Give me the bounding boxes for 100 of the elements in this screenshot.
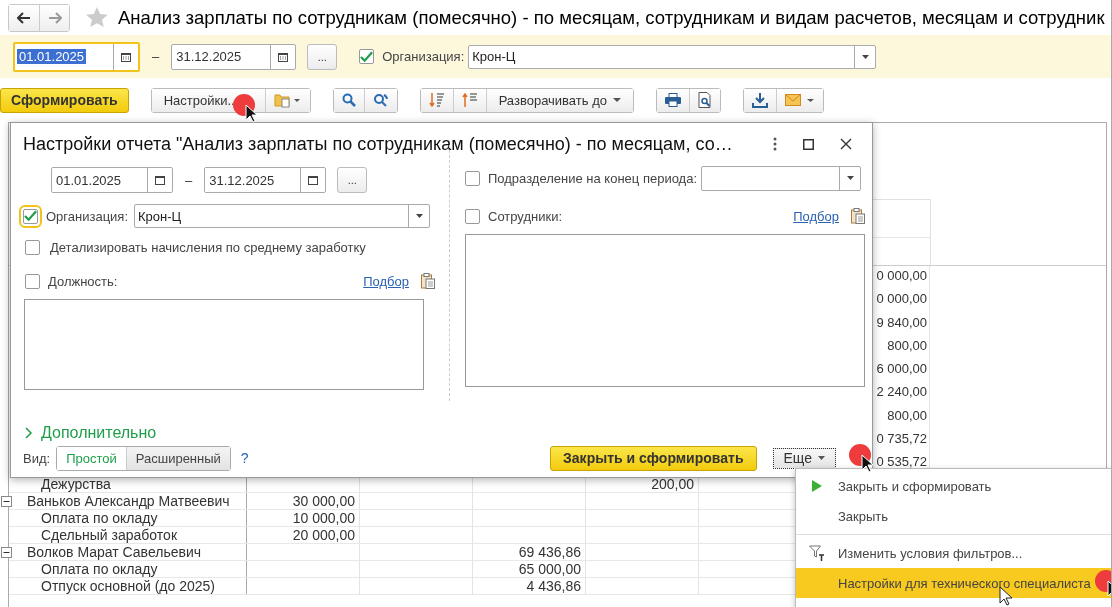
dropdown-icon[interactable]: [415, 214, 423, 218]
table-cell-text: 800,00: [887, 406, 928, 425]
range-separator: –: [152, 49, 160, 64]
more-options-icon[interactable]: [773, 137, 777, 151]
back-button[interactable]: [9, 4, 39, 31]
printer-icon: [664, 93, 681, 107]
preview-button[interactable]: [688, 88, 720, 112]
table-cell-text: 6 000,00: [876, 360, 928, 379]
date-field[interactable]: 31.12.2025: [204, 167, 327, 193]
menu-item[interactable]: Изменить условия фильтров...: [796, 538, 1111, 568]
caret-icon: [818, 456, 825, 460]
menu-item[interactable]: Настройки для технического специалиста: [796, 568, 1111, 598]
calendar-icon[interactable]: [121, 51, 131, 62]
window-title: Анализ зарплаты по сотрудникам (помесячно) - по месяцам, сотрудникам и видам расчетов, месяцам и сотрудник: [118, 6, 1105, 29]
folder-icon: [273, 92, 302, 108]
envelope-icon: [784, 94, 815, 106]
field-label: Подразделение на конец периода:: [488, 170, 698, 186]
clipboard-icon[interactable]: [851, 208, 865, 224]
checkbox-label: Детализировать начисления по среднему заработку: [50, 239, 366, 255]
sort-descending-icon: [428, 92, 445, 108]
forward-arrow-icon: [47, 11, 62, 24]
table-cell: Волков Марат Савельевич: [27, 544, 201, 560]
table-cell: Ваньков Александр Матвеевич: [27, 493, 230, 509]
view-mode-tab[interactable]: Расширенный: [125, 446, 230, 470]
table-cell-text: 0 535,72: [876, 453, 928, 472]
expand-to-button[interactable]: Разворачивать до: [485, 88, 633, 112]
sort-descending-button[interactable]: [420, 88, 453, 112]
calendar-icon[interactable]: [308, 175, 319, 185]
pick-link[interactable]: Подбор: [793, 208, 839, 224]
close-icon[interactable]: [840, 138, 852, 150]
date-field[interactable]: 01.01.2025: [51, 167, 173, 193]
checkbox[interactable]: [465, 170, 480, 186]
field-label: Сотрудники:: [488, 208, 563, 224]
document-search-icon: [697, 92, 712, 108]
more-button[interactable]: Еще: [772, 447, 836, 469]
search-icon: [341, 93, 356, 107]
generate-button[interactable]: Сформировать: [0, 87, 129, 113]
menu-item[interactable]: Закрыть и сформировать: [796, 471, 1111, 501]
star-icon[interactable]: [86, 7, 108, 28]
table-cell: Отпуск основной (до 2025): [41, 578, 216, 594]
date-field[interactable]: 31.12.2025: [171, 43, 297, 70]
play-icon: [812, 480, 822, 492]
maximize-icon[interactable]: [803, 138, 814, 150]
organization-select[interactable]: Крон-Ц: [468, 44, 877, 69]
sort-ascending-icon: [461, 92, 478, 108]
checkbox[interactable]: [25, 239, 40, 255]
table-cell: Дежурства: [41, 476, 111, 492]
range-separator: –: [185, 172, 193, 188]
search-button[interactable]: [333, 88, 364, 112]
collapse-icon[interactable]: [1, 495, 12, 507]
table-cell: Оплата по окладу: [41, 510, 158, 526]
table-cell: Сдельный заработок: [41, 527, 177, 543]
calendar-icon[interactable]: [155, 175, 165, 185]
table-cell-text: 0 735,72: [876, 430, 928, 449]
search-refresh-icon: [372, 93, 389, 107]
table-cell-text: 9 840,00: [876, 313, 928, 332]
sort-ascending-button[interactable]: [452, 88, 486, 112]
dialog-title: Настройки отчета "Анализ зарплаты по сотрудникам (помесячно) - по месяцам, со…: [23, 133, 734, 155]
checkbox[interactable]: [465, 208, 480, 224]
period-button[interactable]: ...: [337, 167, 368, 193]
collapse-icon[interactable]: [1, 546, 12, 558]
view-label: Вид:: [23, 450, 51, 466]
checkbox[interactable]: [25, 273, 40, 289]
dropdown-icon[interactable]: [846, 176, 854, 180]
close-and-generate-button[interactable]: Закрыть и сформировать: [550, 445, 757, 471]
checkbox[interactable]: [359, 49, 375, 64]
date-field[interactable]: 01.01.2025: [13, 41, 140, 72]
back-arrow-icon: [17, 11, 31, 24]
table-cell-text: 800,00: [887, 336, 928, 355]
organization-select[interactable]: Крон-Ц: [134, 204, 431, 228]
period-button[interactable]: ...: [307, 43, 338, 70]
table-cell: 30 000,00: [292, 493, 355, 509]
download-button[interactable]: [743, 88, 776, 112]
mail-dropdown-button[interactable]: [775, 88, 823, 112]
table-cell-text: 2 240,00: [876, 383, 928, 402]
pick-link[interactable]: Подбор: [363, 273, 409, 289]
download-icon: [751, 92, 768, 108]
field-label: Должность:: [48, 273, 118, 289]
filter-icon: [809, 545, 825, 561]
caret-icon: [612, 98, 621, 102]
table-cell-text: 0 000,00: [876, 267, 928, 285]
table-cell-text: 0 000,00: [876, 290, 928, 309]
print-button[interactable]: [656, 88, 689, 112]
chevron-right-icon: [25, 427, 33, 439]
clipboard-icon[interactable]: [421, 273, 435, 289]
search-refresh-button[interactable]: [363, 88, 397, 112]
help-link[interactable]: ?: [240, 450, 249, 466]
table-cell: 69 436,86: [518, 544, 581, 560]
table-cell: 10 000,00: [292, 510, 355, 526]
calendar-icon[interactable]: [278, 51, 289, 62]
table-cell: 4 436,86: [526, 578, 581, 594]
table-cell: 65 000,00: [518, 561, 581, 577]
field-label: Организация:: [46, 208, 129, 224]
table-cell: 200,00: [651, 476, 694, 492]
position-list[interactable]: [24, 299, 424, 390]
table-cell: 20 000,00: [292, 527, 355, 543]
dropdown-icon[interactable]: [861, 54, 869, 59]
field-label: Организация:: [382, 49, 465, 64]
table-cell: Оплата по окладу: [41, 561, 158, 577]
menu-item[interactable]: Закрыть: [796, 501, 1111, 531]
